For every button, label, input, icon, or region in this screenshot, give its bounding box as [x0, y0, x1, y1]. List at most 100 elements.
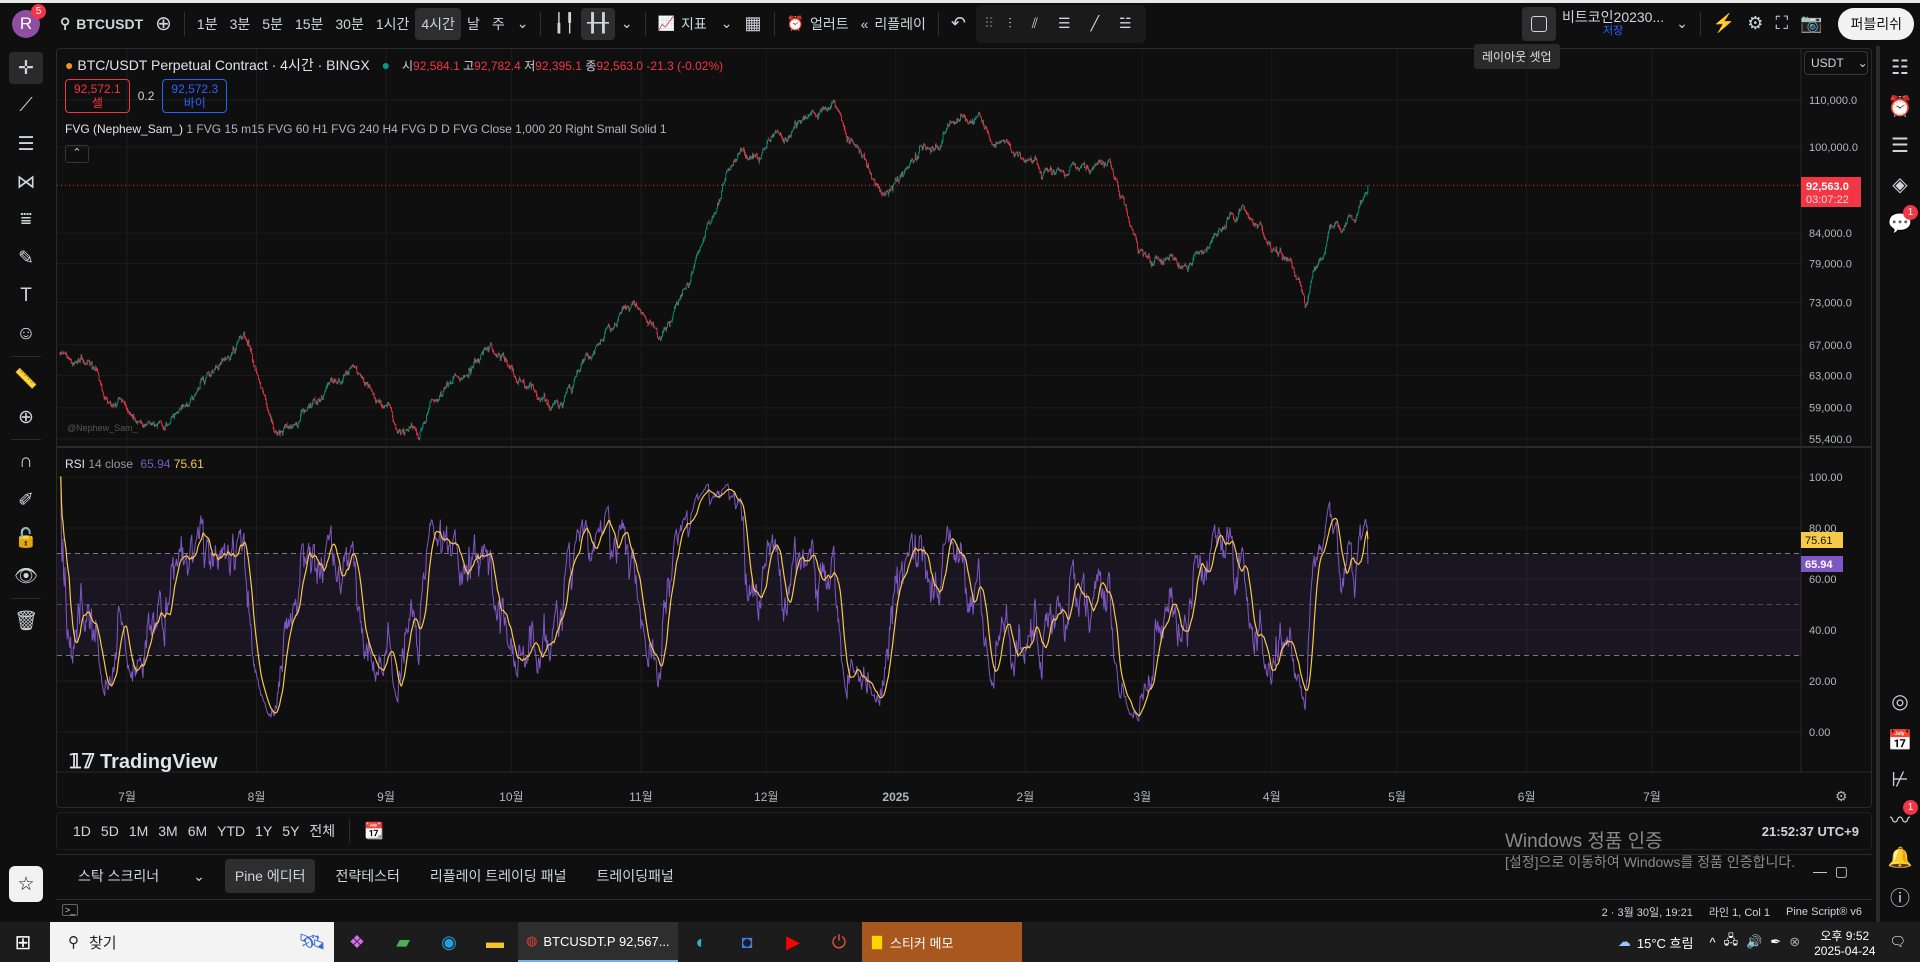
taskbar-search[interactable]: ⚲ 찾기 🛰 — [50, 922, 334, 962]
explorer-app[interactable]: ▬ — [472, 922, 518, 962]
layout-name-button[interactable]: 비트코인20230... 저장 — [1556, 7, 1670, 41]
volume-icon[interactable]: 🔊 — [1746, 934, 1762, 950]
range-8[interactable]: 전체 — [305, 818, 339, 844]
copilot-app[interactable]: ❖ — [334, 922, 380, 962]
screener-button[interactable]: ◎ — [1882, 683, 1918, 719]
minimize-icon[interactable]: — — [1813, 863, 1827, 879]
range-0[interactable]: 1D — [69, 818, 95, 844]
layout-setup-button[interactable] — [1522, 6, 1557, 41]
indicators-button[interactable]: 📈 지표 ⌄ — [652, 8, 739, 40]
user-avatar[interactable]: R5 — [12, 3, 46, 38]
lock-drawings[interactable]: 🔓 — [9, 522, 43, 554]
chats-button[interactable]: 💬 1 — [1882, 205, 1918, 241]
interval-4[interactable]: 30분 — [329, 8, 369, 40]
zoom-tool[interactable]: ⊕ — [9, 401, 43, 433]
alerts-button[interactable]: ⏰ — [1882, 88, 1918, 124]
tradingview-logo[interactable]: 𝟙𝟟 TradingView — [69, 749, 217, 774]
help-button[interactable]: ⓘ — [1882, 878, 1918, 914]
start-button[interactable]: ⊞ — [0, 922, 46, 962]
object-tree-button[interactable]: ☰ — [1882, 127, 1918, 163]
ideas-stream-button[interactable]: 〰 1 — [1882, 800, 1918, 836]
magnet-tool[interactable]: ∩ — [9, 446, 43, 478]
interval-7[interactable]: 날 — [461, 8, 486, 40]
trend-line-tool[interactable]: ⟋ — [9, 90, 43, 122]
interval-dropdown[interactable]: ⌄ — [511, 8, 535, 40]
symbol-search-button[interactable]: ⚲ BTCUSDT — [54, 8, 149, 40]
collapse-legend-button[interactable]: ⌃ — [65, 145, 89, 163]
interval-2[interactable]: 5분 — [256, 8, 289, 40]
watchlist-button[interactable]: ☷ — [1882, 49, 1918, 85]
quick-search-button[interactable]: ⚡ — [1707, 8, 1741, 40]
chrome-window-button[interactable]: ◍ BTCUSDT.P 92,567... — [518, 922, 678, 962]
rsi-legend[interactable]: RSI 14 close 65.94 75.61 — [65, 457, 204, 471]
range-5[interactable]: YTD — [213, 818, 249, 844]
chart-canvas[interactable]: 110,000.0100,000.084,000.079,000.073,000… — [57, 49, 1872, 808]
currency-selector[interactable]: USDT ⌄ — [1804, 51, 1868, 75]
goto-date-button[interactable]: 📆 — [360, 818, 388, 844]
clock[interactable]: 오후 9:52 2025-04-24 — [1814, 927, 1875, 958]
compare-symbol-button[interactable]: ⊕ — [149, 8, 178, 40]
favorites-button[interactable]: ☆ — [9, 866, 43, 902]
chart-area[interactable]: 110,000.0 100,000.0 84,000.0 79,000.0 73,000… — [56, 48, 1872, 808]
maximize-icon[interactable]: ▢ — [1835, 863, 1848, 879]
notifications-button[interactable]: 🔔 — [1882, 839, 1918, 875]
bottom-tab-2[interactable]: 전략테스터 — [325, 859, 409, 893]
app-blue[interactable]: ◘ — [724, 922, 770, 962]
ruler-tool[interactable]: 📏 — [9, 363, 43, 395]
app-red[interactable]: ⏻ — [816, 922, 862, 962]
snapshot-button[interactable]: 📷 — [1794, 8, 1828, 40]
price-range-tool[interactable]: ⫶ — [1002, 8, 1018, 40]
stay-in-drawing-mode[interactable]: ✐ — [9, 484, 43, 516]
drag-handle-icon[interactable]: ⠿ — [984, 15, 994, 32]
chevron-down-icon[interactable]: ⌄ — [183, 859, 215, 893]
templates-button[interactable]: ▦ — [739, 8, 768, 40]
tray-expand-icon[interactable]: ^ — [1709, 935, 1715, 950]
fvg-indicator-legend[interactable]: FVG (Nephew_Sam_) 1 FVG 15 m15 FVG 60 H1… — [65, 122, 667, 136]
layers-button[interactable]: ◈ — [1882, 166, 1918, 202]
parallel-channel-tool[interactable]: ⫽ — [1026, 8, 1044, 40]
text-tool[interactable]: T — [9, 280, 43, 312]
interval-3[interactable]: 15분 — [289, 8, 329, 40]
options-button[interactable]: ⊬ — [1882, 761, 1918, 797]
projection-tool[interactable]: ⩸ — [9, 204, 43, 236]
range-1[interactable]: 5D — [97, 818, 123, 844]
fib-extension-tool[interactable]: ☱ — [1113, 8, 1138, 40]
buy-button[interactable]: 92,572.3 바이 — [162, 79, 228, 113]
sell-button[interactable]: 92,572.1 셀 — [65, 79, 130, 113]
replay-button[interactable]: «리플레이 — [855, 8, 932, 40]
pen-icon[interactable]: ✒ — [1770, 934, 1781, 950]
interval-5[interactable]: 1시간 — [370, 8, 416, 40]
hide-drawings[interactable]: 👁 — [9, 560, 43, 592]
trend-line-tool[interactable]: ╱ — [1085, 8, 1105, 40]
notification-center-icon[interactable]: 🗨 — [1889, 934, 1906, 950]
range-7[interactable]: 5Y — [278, 818, 303, 844]
bottom-tab-3[interactable]: 리플레이 트레이딩 패널 — [420, 859, 577, 893]
bottom-tab-1[interactable]: Pine 에디터 — [224, 859, 316, 893]
pattern-tool[interactable]: ⋈ — [9, 166, 43, 198]
crosshair-tool[interactable]: ✛ — [9, 52, 43, 84]
alert-button[interactable]: ⏰ 얼러트 — [781, 8, 855, 40]
undo-button[interactable]: ↶ — [945, 8, 972, 40]
console-icon[interactable]: >_ — [62, 904, 79, 916]
settings-button[interactable]: ⚙ — [1741, 8, 1769, 40]
youtube-app[interactable]: ▶ — [770, 922, 816, 962]
symbol-title[interactable]: BTC/USDT Perpetual Contract · 4시간 · BING… — [77, 57, 369, 73]
bottom-tab-4[interactable]: 트레이딩패널 — [586, 859, 683, 893]
chart-type-dropdown[interactable]: ⌄ — [615, 8, 639, 40]
range-4[interactable]: 6M — [184, 818, 211, 844]
interval-8[interactable]: 주 — [486, 8, 511, 40]
timezone-clock[interactable]: 21:52:37 UTC+9 — [1762, 824, 1859, 839]
range-2[interactable]: 1M — [125, 818, 152, 844]
remove-drawings[interactable]: 🗑 — [9, 605, 43, 637]
interval-0[interactable]: 1분 — [191, 8, 224, 40]
fullscreen-button[interactable]: ⛶ — [1769, 8, 1794, 40]
fib-tool[interactable]: ☰ — [1052, 8, 1077, 40]
app-green[interactable]: ▰ — [380, 922, 426, 962]
bar-style-button[interactable]: ╽╿ — [547, 8, 581, 40]
range-3[interactable]: 3M — [154, 818, 181, 844]
network-icon[interactable]: 🖧 — [1724, 931, 1739, 953]
emoji-tool[interactable]: ☺ — [9, 318, 43, 350]
calendar-button[interactable]: 📅 — [1882, 722, 1918, 758]
brush-tool[interactable]: ✎ — [9, 242, 43, 274]
status-version[interactable]: Pine Script® v6 — [1786, 906, 1862, 918]
